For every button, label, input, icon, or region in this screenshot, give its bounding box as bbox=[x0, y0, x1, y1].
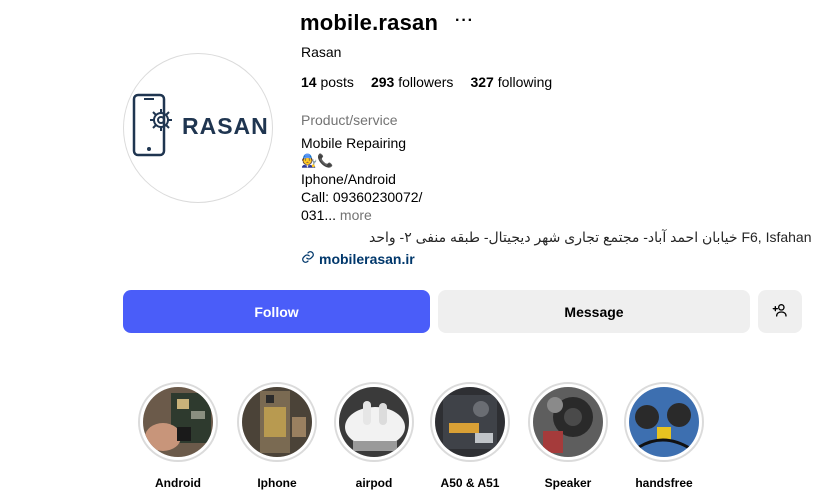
bio-more-link[interactable]: more bbox=[340, 207, 372, 223]
highlight-ring bbox=[334, 382, 414, 462]
highlight-cover-image bbox=[143, 387, 213, 457]
highlight-label: handsfree bbox=[635, 476, 693, 490]
profile-avatar[interactable]: RASAN bbox=[123, 53, 273, 203]
stat-following[interactable]: 327 following bbox=[470, 74, 552, 90]
bio-line: Mobile Repairing bbox=[301, 135, 407, 151]
highlight-label: airpod bbox=[355, 476, 393, 490]
message-button[interactable]: Message bbox=[438, 290, 750, 333]
link-icon bbox=[301, 250, 315, 267]
highlight-cover-image bbox=[629, 387, 699, 457]
username: mobile.rasan bbox=[300, 10, 439, 35]
profile-address: خیابان احمد آباد- مجتمع تجاری شهر دیجیتا… bbox=[369, 229, 812, 245]
bio-line: Call: 09360230072/ bbox=[301, 189, 423, 205]
stat-posts: 14 posts bbox=[301, 74, 354, 90]
avatar-logo-text: RASAN bbox=[182, 113, 269, 139]
more-horizontal-icon[interactable]: ··· bbox=[455, 12, 474, 30]
profile-stats: 14 posts 293 followers 327 following bbox=[301, 74, 552, 90]
highlight-ring bbox=[430, 382, 510, 462]
website-text: mobilerasan.ir bbox=[319, 250, 415, 267]
follow-button[interactable]: Follow bbox=[123, 290, 430, 333]
highlight-iphone[interactable]: Iphone bbox=[235, 382, 319, 490]
highlight-airpod[interactable]: airpod bbox=[332, 382, 416, 490]
highlight-label: Speaker bbox=[544, 476, 592, 490]
add-user-icon bbox=[772, 302, 788, 321]
highlight-label: Android bbox=[155, 476, 201, 490]
highlight-android[interactable]: Android bbox=[136, 382, 220, 490]
highlight-cover-image bbox=[242, 387, 312, 457]
highlight-a50-a51[interactable]: A50 & A51 bbox=[428, 382, 512, 490]
bio-line-truncated: 031... more bbox=[301, 207, 372, 223]
highlight-ring bbox=[237, 382, 317, 462]
profile-category: Product/service bbox=[301, 112, 398, 128]
website-link[interactable]: mobilerasan.ir bbox=[301, 250, 415, 267]
highlight-ring bbox=[624, 382, 704, 462]
highlight-ring bbox=[528, 382, 608, 462]
suggest-users-button[interactable] bbox=[758, 290, 802, 333]
highlight-speaker[interactable]: Speaker bbox=[526, 382, 610, 490]
stat-followers[interactable]: 293 followers bbox=[371, 74, 454, 90]
bio-emoji-line: 🧑‍🔧📞 bbox=[301, 153, 334, 168]
highlight-ring bbox=[138, 382, 218, 462]
full-name: Rasan bbox=[301, 44, 342, 60]
highlight-cover-image bbox=[533, 387, 603, 457]
highlight-cover-image bbox=[435, 387, 505, 457]
highlight-label: A50 & A51 bbox=[440, 476, 500, 490]
bio-line: Iphone/Android bbox=[301, 171, 396, 187]
highlight-label: Iphone bbox=[257, 476, 297, 490]
highlight-cover-image bbox=[339, 387, 409, 457]
highlight-handsfree[interactable]: handsfree bbox=[622, 382, 706, 490]
profile-bio: Mobile Repairing 🧑‍🔧📞 Iphone/Android Cal… bbox=[301, 134, 561, 224]
